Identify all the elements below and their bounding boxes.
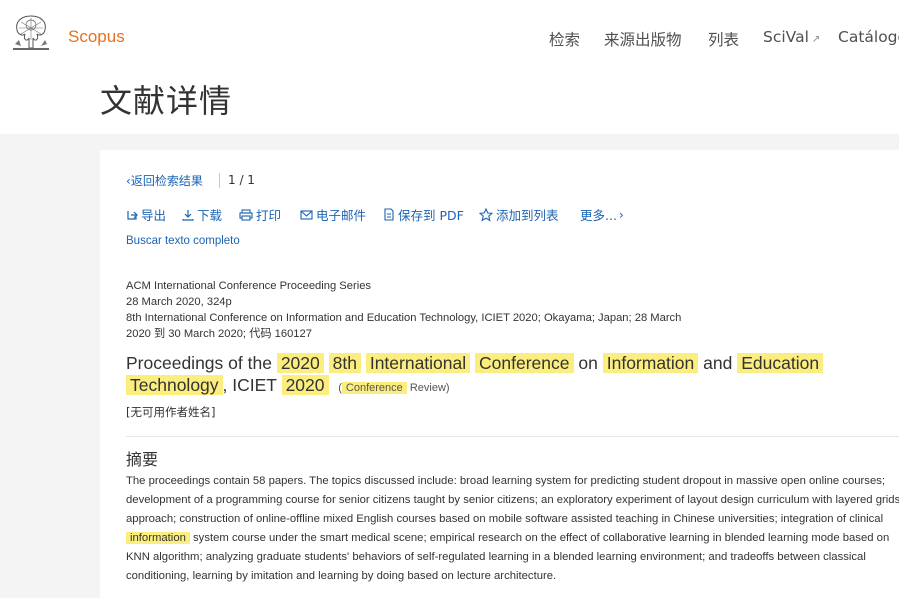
back-label: 返回检索结果 [130,174,203,188]
nav-sources[interactable]: 来源出版物 [604,28,682,50]
abstract-text: The proceedings contain 58 papers. The t… [126,472,899,586]
title-highlight: Information [602,353,699,373]
abstract-part2: system course under the smart medical sc… [126,532,890,582]
print-icon [239,208,253,221]
export-icon [127,210,138,220]
email-icon [300,210,313,220]
source-conference-line2: 2020 到 30 March 2020; 代码 160127 [126,328,312,340]
title-text: Proceedings of the [126,353,272,373]
download-button[interactable]: 下载 [182,205,222,224]
nav-catalogo[interactable]: Catálogo [838,28,899,46]
save-pdf-icon [384,208,394,221]
source-date-pages: 28 March 2020, 324p [126,296,232,308]
download-label: 下载 [197,208,223,223]
title-highlight: 2020 [281,375,329,395]
result-pager: 1 / 1 [228,173,255,187]
nav-scival-label: SciVal [763,28,809,46]
top-header: Scopus 检索 来源出版物 列表 SciVal↗ Catálogo 文献详情 [0,0,899,134]
authors: [无可用作者姓名] [126,405,216,419]
source-series[interactable]: ACM International Conference Proceeding … [126,278,681,294]
print-button[interactable]: 打印 [239,205,281,224]
save-pdf-button[interactable]: 保存到 PDF [383,205,464,224]
download-icon [182,209,194,221]
print-label: 打印 [256,208,282,223]
nav-scival[interactable]: SciVal ↗ [763,28,820,46]
add-to-list-button[interactable]: 添加到列表 [479,205,559,224]
more-label: 更多... [580,208,617,223]
title-highlight: Technology [126,375,223,395]
back-to-results-link[interactable]: ‹返回检索结果 [126,172,203,189]
external-link-icon: ↗ [811,34,821,45]
title-highlight: International [365,353,471,373]
document-type-badge: (Conference Review) [338,382,450,394]
page-title: 文献详情 [100,82,233,120]
nav-lists[interactable]: 列表 [708,28,739,50]
add-to-list-label: 添加到列表 [496,208,559,223]
type-rest: Review) [409,382,450,394]
nav-search[interactable]: 检索 [549,28,580,50]
more-button[interactable]: 更多... › [580,205,624,224]
abstract-heading: 摘要 [126,450,159,469]
scopus-brand-link[interactable]: Scopus [68,27,125,47]
title-highlight: Education [737,353,824,373]
divider [219,173,220,188]
star-icon [479,207,493,222]
title-text: and [703,353,733,373]
title-highlight: Conference [475,353,574,373]
title-text: , ICIET [222,375,277,395]
email-button[interactable]: 电子邮件 [300,205,366,224]
chevron-right-icon: › [618,207,624,222]
title-highlight: 8th [328,353,361,373]
export-button[interactable]: 导出 [126,205,166,224]
title-text: on [578,353,598,373]
abstract-highlight: information [126,532,190,544]
type-highlight: Conference [341,382,407,394]
export-label: 导出 [141,208,167,223]
save-pdf-label: 保存到 PDF [398,208,464,223]
source-info: ACM International Conference Proceeding … [126,278,681,342]
email-label: 电子邮件 [316,208,367,223]
section-divider [126,436,899,437]
find-full-text-link[interactable]: Buscar texto completo [126,235,240,247]
title-highlight: 2020 [276,353,324,373]
abstract-part1: The proceedings contain 58 papers. The t… [126,475,899,525]
document-title: Proceedings of the 2020 8th Internationa… [126,352,866,399]
source-conference-line1: 8th International Conference on Informat… [126,312,682,324]
elsevier-logo-icon[interactable] [9,10,53,52]
